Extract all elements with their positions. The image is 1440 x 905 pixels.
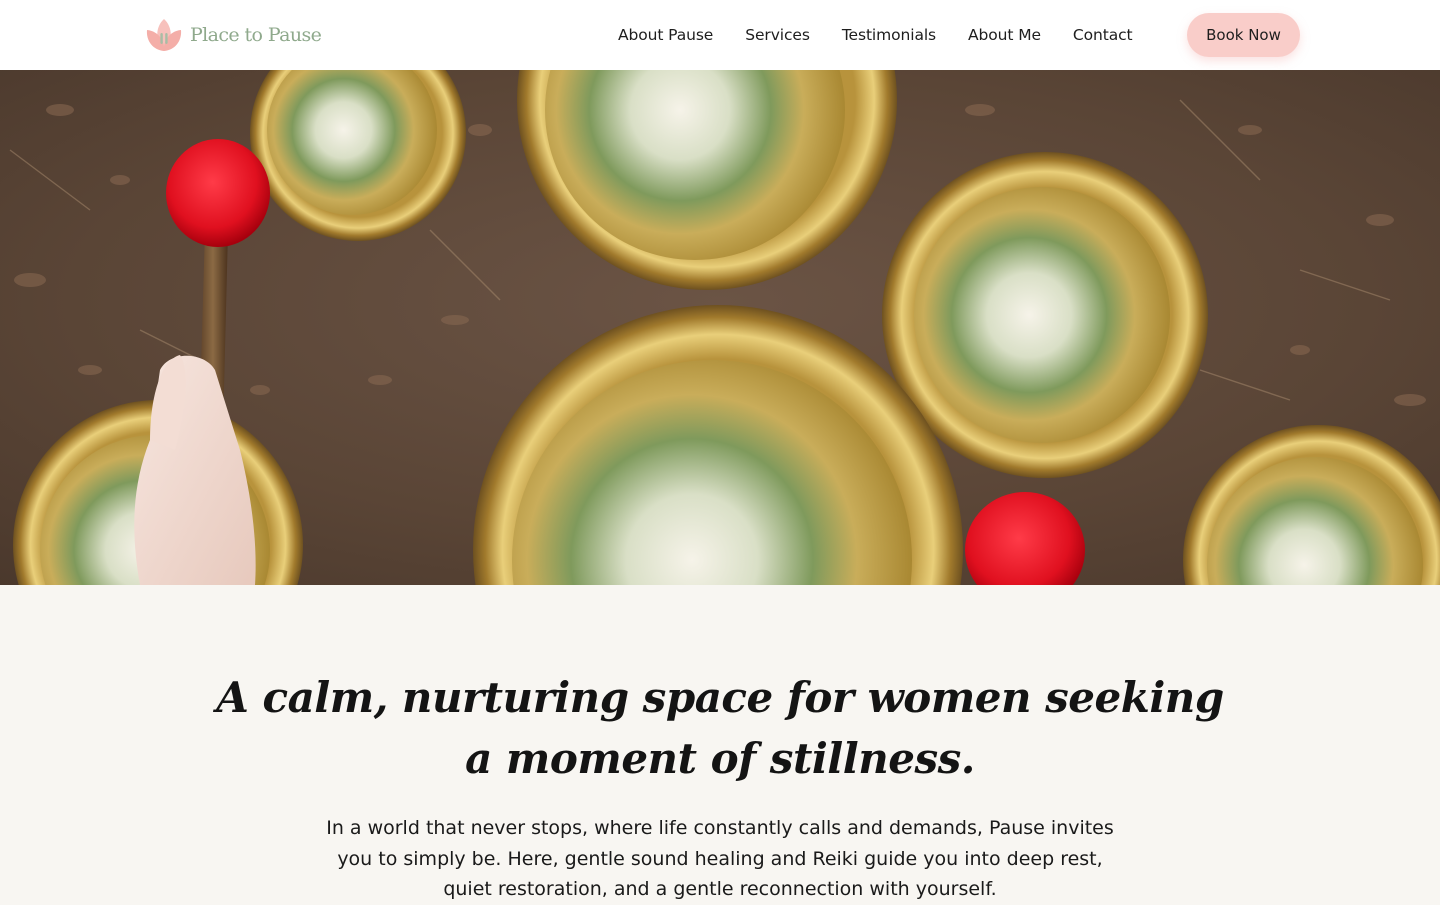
singing-bowls-photo <box>0 70 1440 585</box>
nav-about-pause[interactable]: About Pause <box>602 26 729 44</box>
hero-section <box>0 70 1440 585</box>
intro-section: A calm, nurturing space for women seekin… <box>0 585 1440 900</box>
nav-services[interactable]: Services <box>729 26 826 44</box>
site-header: Place to Pause About Pause Services Test… <box>0 0 1440 70</box>
main-nav: About Pause Services Testimonials About … <box>602 0 1149 70</box>
nav-contact[interactable]: Contact <box>1057 26 1149 44</box>
lotus-icon <box>146 19 182 51</box>
book-now-button[interactable]: Book Now <box>1187 13 1300 57</box>
nav-testimonials[interactable]: Testimonials <box>826 26 952 44</box>
nav-about-me[interactable]: About Me <box>952 26 1057 44</box>
intro-body: In a world that never stops, where life … <box>326 817 1114 900</box>
site-logo[interactable]: Place to Pause <box>144 16 322 54</box>
logo-text: Place to Pause <box>190 24 322 46</box>
intro-headline: A calm, nurturing space for women seekin… <box>216 673 1224 783</box>
